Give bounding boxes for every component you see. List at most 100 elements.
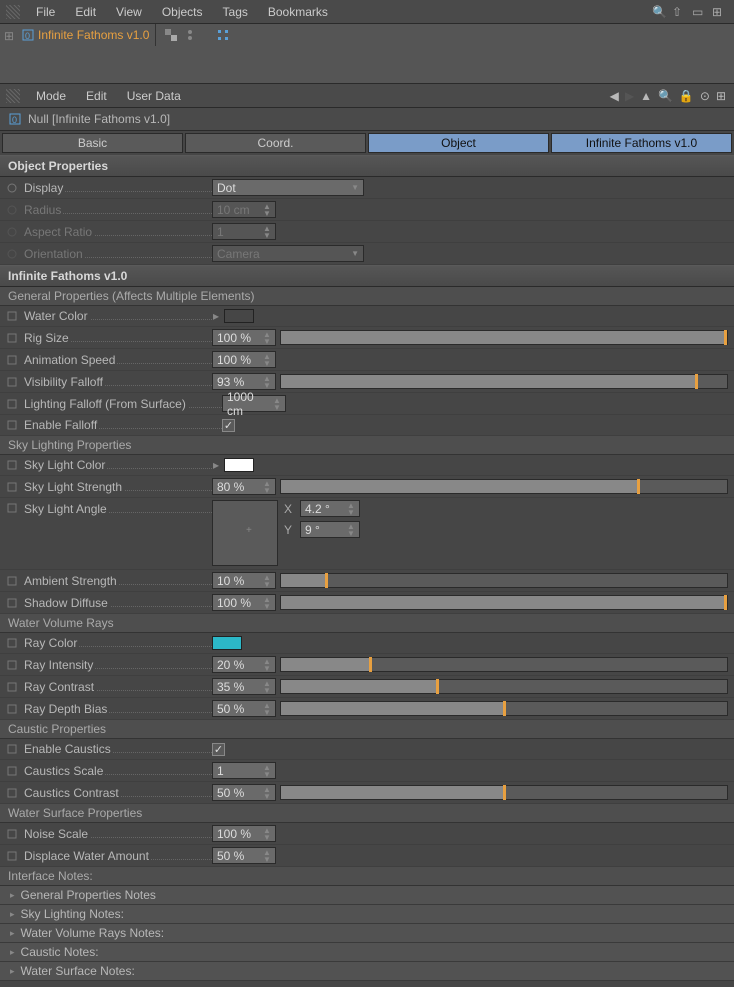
tab-coord[interactable]: Coord. [185,133,366,153]
keyframe-icon[interactable] [6,459,18,471]
new-icon[interactable]: ⊙ [700,89,710,103]
dock-icon[interactable]: ⊞ [712,5,726,19]
keyframe-icon[interactable] [6,703,18,715]
angle-y-input[interactable]: 9 °▲▼ [300,521,360,538]
grip-icon[interactable] [6,89,20,103]
search-icon[interactable]: 🔍 [658,89,673,103]
group-caustic: Caustic Properties [0,720,734,739]
ray-intensity-input[interactable]: 20 %▲▼ [212,656,276,673]
shadow-input[interactable]: 100 %▲▼ [212,594,276,611]
keyframe-icon[interactable] [6,828,18,840]
visibility-falloff-slider[interactable] [280,374,728,389]
layer-icon[interactable] [164,28,178,45]
keyframe-icon[interactable] [6,850,18,862]
enable-caustics-checkbox[interactable]: ✓ [212,743,225,756]
caustics-contrast-slider[interactable] [280,785,728,800]
ray-depth-slider[interactable] [280,701,728,716]
keyframe-icon[interactable] [6,681,18,693]
enable-falloff-checkbox[interactable]: ✓ [222,419,235,432]
object-name: [Infinite Fathoms v1.0] [52,112,170,126]
keyframe-icon[interactable] [6,765,18,777]
tab-object[interactable]: Object [368,133,549,153]
menu-tags[interactable]: Tags [213,0,258,24]
svg-text:0: 0 [12,115,17,125]
keyframe-icon[interactable] [6,182,18,194]
keyframe-icon[interactable] [6,419,18,431]
keyframe-icon [6,248,18,260]
rig-size-slider[interactable] [280,330,728,345]
keyframe-icon[interactable] [6,787,18,799]
ray-contrast-slider[interactable] [280,679,728,694]
shadow-slider[interactable] [280,595,728,610]
prop-sky-strength: Sky Light Strength 80 %▲▼ [0,476,734,498]
prop-caustics-scale: Caustics Scale 1▲▼ [0,760,734,782]
keyframe-icon[interactable] [6,637,18,649]
notes-rays[interactable]: ▸Water Volume Rays Notes: [0,924,734,943]
search-icon[interactable]: 🔍 [652,5,666,19]
keyframe-icon[interactable] [6,659,18,671]
notes-sky[interactable]: ▸Sky Lighting Notes: [0,905,734,924]
ambient-slider[interactable] [280,573,728,588]
notes-surface[interactable]: ▸Water Surface Notes: [0,962,734,981]
maximize-icon[interactable]: ▭ [692,5,706,19]
lock-icon[interactable]: 🔒 [679,89,694,103]
menu-objects[interactable]: Objects [152,0,213,24]
keyframe-icon[interactable] [6,743,18,755]
sky-strength-input[interactable]: 80 %▲▼ [212,478,276,495]
tab-basic[interactable]: Basic [2,133,183,153]
section-plugin: Infinite Fathoms v1.0 [0,265,734,287]
expand-arrow-icon[interactable]: ▸ [212,458,220,472]
caustics-scale-input[interactable]: 1▲▼ [212,762,276,779]
anim-speed-input[interactable]: 100 %▲▼ [212,351,276,368]
caustics-contrast-input[interactable]: 50 %▲▼ [212,784,276,801]
water-color-swatch[interactable] [224,309,254,323]
nav-up-icon[interactable]: ▲ [640,89,652,103]
angle-x-input[interactable]: 4.2 °▲▼ [300,500,360,517]
keyframe-icon[interactable] [6,354,18,366]
nav-back-icon[interactable]: ◀ [610,89,619,103]
notes-caustic[interactable]: ▸Caustic Notes: [0,943,734,962]
home-icon[interactable]: ⇧ [672,5,686,19]
keyframe-icon[interactable] [6,398,18,410]
keyframe-icon[interactable] [6,376,18,388]
dock-icon[interactable]: ⊞ [716,89,726,103]
ray-color-swatch[interactable] [212,636,242,650]
nav-forward-icon[interactable]: ▶ [625,89,634,103]
ray-contrast-input[interactable]: 35 %▲▼ [212,678,276,695]
menu-mode[interactable]: Mode [26,84,76,108]
keyframe-icon[interactable] [6,332,18,344]
menu-view[interactable]: View [106,0,152,24]
tree-toggle-icon[interactable]: ⊞ [4,29,18,43]
section-object-properties: Object Properties [0,155,734,177]
displace-input[interactable]: 50 %▲▼ [212,847,276,864]
noise-input[interactable]: 100 %▲▼ [212,825,276,842]
menu-edit[interactable]: Edit [65,0,106,24]
notes-general[interactable]: ▸General Properties Notes [0,886,734,905]
menu-file[interactable]: File [26,0,65,24]
selection-icon[interactable] [216,28,230,45]
keyframe-icon[interactable] [6,597,18,609]
menu-userdata[interactable]: User Data [117,84,191,108]
menu-edit-attr[interactable]: Edit [76,84,117,108]
keyframe-icon[interactable] [6,481,18,493]
chevron-right-icon: ▸ [10,909,15,920]
tab-plugin[interactable]: Infinite Fathoms v1.0 [551,133,732,153]
sky-strength-slider[interactable] [280,479,728,494]
active-object-tab[interactable]: Infinite Fathoms v1.0 [36,24,156,46]
sky-color-swatch[interactable] [224,458,254,472]
keyframe-icon[interactable] [6,502,18,514]
grip-icon[interactable] [6,5,20,19]
lighting-falloff-input[interactable]: 1000 cm▲▼ [222,395,286,412]
display-dropdown[interactable]: Dot▼ [212,179,364,196]
rig-size-input[interactable]: 100 %▲▼ [212,329,276,346]
visibility-dot-icon[interactable] [186,28,194,45]
ambient-input[interactable]: 10 %▲▼ [212,572,276,589]
angle-pad[interactable]: + [212,500,278,566]
ray-intensity-slider[interactable] [280,657,728,672]
ray-depth-input[interactable]: 50 %▲▼ [212,700,276,717]
menu-bookmarks[interactable]: Bookmarks [258,0,338,24]
visibility-falloff-input[interactable]: 93 %▲▼ [212,373,276,390]
keyframe-icon[interactable] [6,575,18,587]
expand-arrow-icon[interactable]: ▸ [212,309,220,323]
keyframe-icon[interactable] [6,310,18,322]
